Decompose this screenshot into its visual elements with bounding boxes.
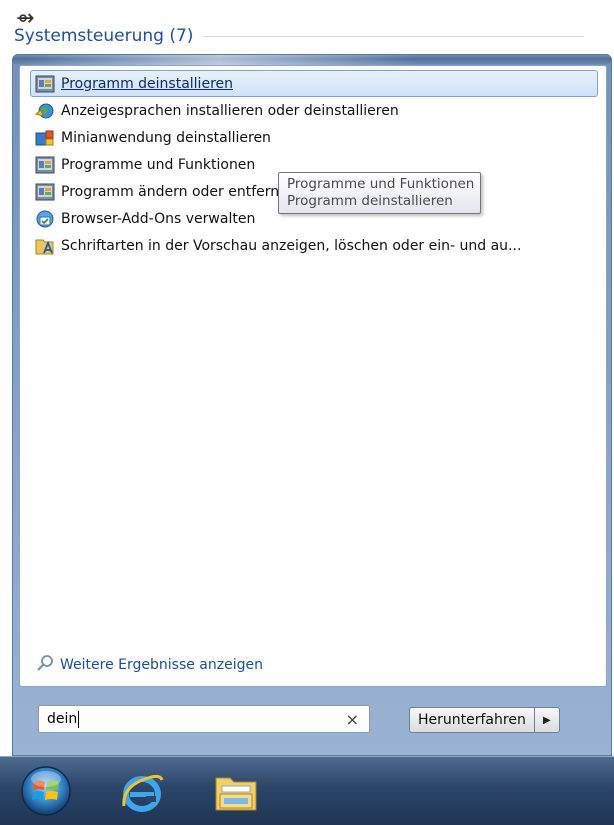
result-label: Programm ändern oder entfernen	[61, 183, 297, 200]
shutdown-button[interactable]: Herunterfahren	[409, 707, 534, 733]
shutdown-group: Herunterfahren ▶	[409, 707, 560, 733]
result-label: Programm deinstallieren	[61, 75, 233, 92]
group-divider	[203, 35, 584, 37]
result-group-header: Systemsteuerung (7)	[14, 26, 584, 46]
result-item-minianwendung[interactable]: Minianwendung deinstallieren	[30, 124, 598, 151]
tooltip-line-1: Programme und Funktionen	[287, 176, 475, 192]
result-label: Minianwendung deinstallieren	[61, 129, 271, 146]
internet-explorer-icon[interactable]	[118, 768, 166, 816]
start-orb-button[interactable]	[20, 765, 72, 817]
result-item-programm-deinstallieren[interactable]: Programm deinstallieren	[30, 70, 598, 97]
desktop-screen: ⇴ Systemsteuerung (7) Programm deinstall…	[0, 0, 614, 825]
fonts-folder-icon	[35, 237, 55, 255]
result-label: Browser-Add-Ons verwalten	[61, 210, 256, 227]
tooltip-line-2: Programm deinstallieren	[287, 193, 453, 209]
result-item-anzeigesprachen[interactable]: Anzeigesprachen installieren oder deinst…	[30, 97, 598, 124]
globe-language-icon	[35, 102, 55, 120]
taskbar	[0, 756, 614, 825]
gadgets-icon	[35, 129, 55, 147]
more-results-link[interactable]: Weitere Ergebnisse anzeigen	[36, 654, 263, 676]
programs-features-icon	[35, 75, 55, 93]
windows-explorer-icon[interactable]	[210, 768, 262, 816]
search-input[interactable]: dein ×	[38, 705, 370, 733]
result-label: Anzeigesprachen installieren oder deinst…	[61, 102, 399, 119]
group-title: Systemsteuerung (7)	[14, 26, 194, 46]
tooltip: Programme und Funktionen Programm deinst…	[278, 172, 482, 214]
result-label: Programme und Funktionen	[61, 156, 256, 173]
programs-features-icon	[35, 183, 55, 201]
search-input-value: dein	[47, 711, 78, 727]
result-list: Programm deinstallieren Anzeigesprachen …	[30, 70, 598, 259]
browser-addons-icon	[35, 210, 55, 228]
clear-search-icon[interactable]: ×	[346, 710, 359, 729]
text-caret	[78, 710, 80, 728]
magnifier-icon	[36, 654, 54, 676]
result-label: Schriftarten in der Vorschau anzeigen, l…	[61, 237, 522, 254]
shutdown-options-arrow-icon[interactable]: ▶	[533, 707, 560, 733]
more-results-label: Weitere Ergebnisse anzeigen	[60, 657, 263, 673]
programs-features-icon	[35, 156, 55, 174]
result-item-schriftarten[interactable]: Schriftarten in der Vorschau anzeigen, l…	[30, 232, 598, 259]
